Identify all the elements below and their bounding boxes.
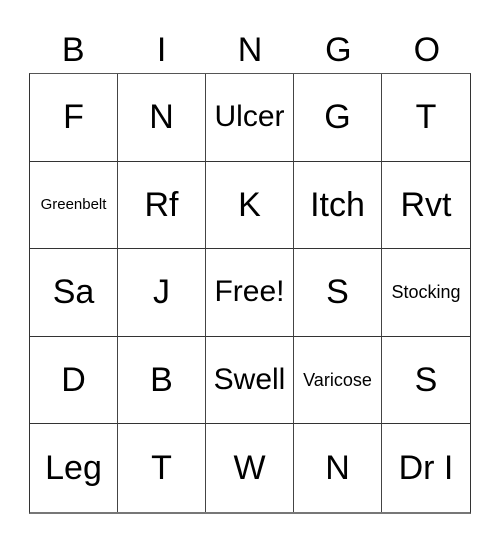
cell-text: B (150, 361, 173, 400)
cell-text: D (61, 361, 86, 400)
bingo-cell[interactable]: Stocking (382, 249, 470, 337)
bingo-cell[interactable]: J (118, 249, 206, 337)
cell-text: G (324, 98, 351, 137)
cell-text: J (153, 273, 170, 312)
bingo-cell[interactable]: B (118, 336, 206, 425)
cell-text: Dr I (398, 449, 454, 488)
header-letter-n: N (237, 31, 263, 69)
cell-text: Swell (213, 363, 286, 397)
cell-text: T (415, 98, 437, 137)
bingo-cell[interactable]: Greenbelt (30, 161, 118, 250)
bingo-cell[interactable]: Swell (206, 336, 294, 425)
cell-text: S (326, 273, 349, 312)
bingo-cell[interactable]: W (206, 424, 294, 512)
cell-text: Free! (214, 275, 285, 309)
bingo-cell[interactable]: Rvt (382, 162, 470, 250)
bingo-cell[interactable]: Ulcer (206, 74, 294, 162)
bingo-cell[interactable]: T (118, 424, 206, 512)
cell-text: N (149, 98, 174, 137)
cell-text: N (325, 449, 350, 488)
cell-text: W (233, 449, 266, 488)
cell-text: S (414, 361, 438, 400)
bingo-header: B I N G O (29, 28, 471, 72)
cell-text: T (151, 449, 172, 488)
cell-text: Itch (310, 185, 365, 224)
cell-text: Varicose (303, 370, 372, 391)
cell-text: F (63, 98, 84, 137)
bingo-cell[interactable]: Dr I (382, 424, 470, 512)
bingo-cell[interactable]: Leg (30, 424, 118, 512)
bingo-cell[interactable]: F (30, 74, 118, 162)
cell-text: Ulcer (214, 100, 285, 134)
bingo-cell[interactable]: Varicose (294, 336, 382, 425)
bingo-cell[interactable]: G (294, 74, 382, 162)
cell-text: K (238, 185, 261, 224)
header-letter-b: B (61, 31, 85, 69)
free-space-cell[interactable]: Free! (206, 249, 294, 337)
cell-text: Rf (144, 185, 179, 224)
bingo-cell[interactable]: N (118, 74, 206, 162)
cell-text: Stocking (391, 282, 461, 303)
cell-text: Leg (45, 449, 102, 488)
bingo-cell[interactable]: Rf (118, 161, 206, 250)
bingo-cell[interactable]: S (294, 249, 382, 337)
bingo-cell[interactable]: K (206, 161, 294, 250)
bingo-cell[interactable]: N (294, 424, 382, 512)
cell-text: Greenbelt (40, 196, 107, 214)
bingo-cell[interactable]: D (30, 336, 118, 425)
bingo-cell[interactable]: Itch (294, 161, 382, 250)
cell-text: Sa (52, 273, 95, 312)
header-letter-g: G (325, 31, 352, 69)
bingo-cell[interactable]: Sa (30, 249, 118, 337)
header-letter-o: O (413, 31, 441, 69)
bingo-cell[interactable]: T (382, 74, 470, 162)
bingo-card: F N Ulcer G T Greenbelt Rf K Itch Rvt Sa… (29, 73, 471, 514)
header-letter-i: I (156, 31, 167, 69)
bingo-cell[interactable]: S (382, 337, 470, 425)
cell-text: Rvt (400, 185, 452, 224)
